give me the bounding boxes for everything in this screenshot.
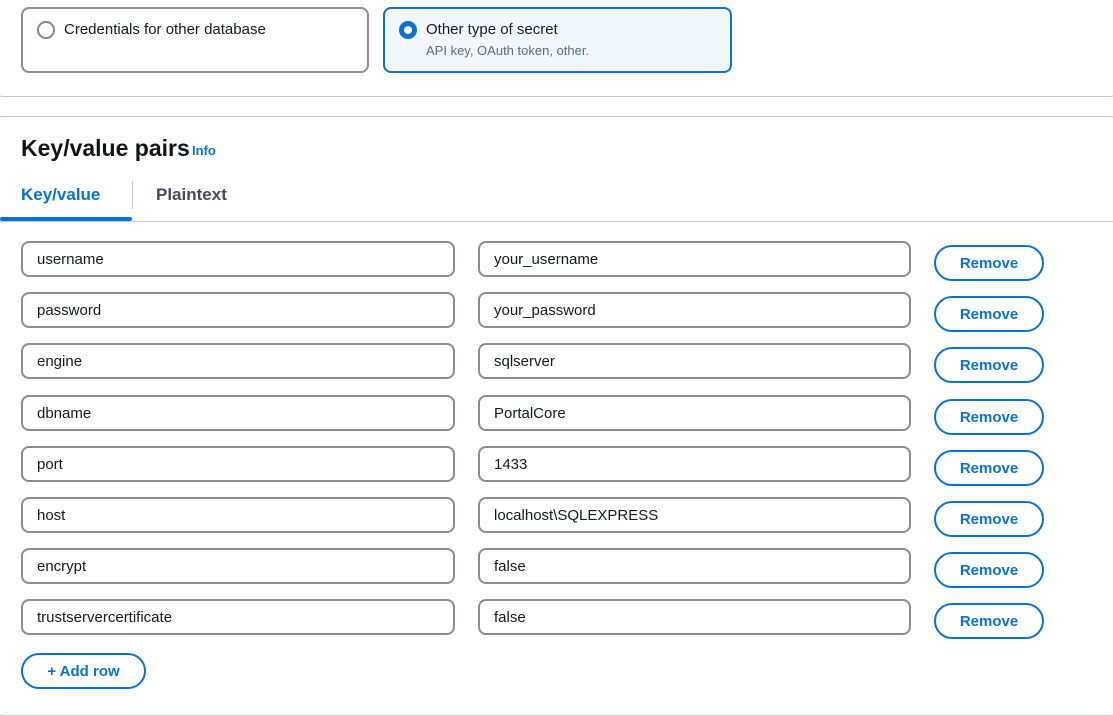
key-input[interactable] [21,599,455,635]
value-input[interactable] [478,497,911,533]
option-description: API key, OAuth token, other. [426,43,590,58]
key-input[interactable] [21,497,455,533]
option-other-type-of-secret[interactable]: Other type of secret API key, OAuth toke… [383,7,732,73]
value-input[interactable] [478,292,911,328]
remove-button[interactable]: Remove [934,245,1044,281]
radio-unchecked-icon[interactable] [37,21,55,39]
remove-button[interactable]: Remove [934,450,1044,486]
tab-key-value[interactable]: Key/value [21,185,100,205]
tabs-divider [0,221,1113,222]
kv-row: Remove [0,343,1113,383]
tab-separator [132,181,133,209]
kv-row: Remove [0,497,1113,537]
value-input[interactable] [478,548,911,584]
key-input[interactable] [21,548,455,584]
key-input[interactable] [21,241,455,277]
value-input[interactable] [478,395,911,431]
remove-button[interactable]: Remove [934,296,1044,332]
value-input[interactable] [478,241,911,277]
value-input[interactable] [478,599,911,635]
key-input[interactable] [21,292,455,328]
option-label: Other type of secret [426,21,558,38]
kv-row: Remove [0,395,1113,435]
kv-row: Remove [0,241,1113,281]
key-input[interactable] [21,446,455,482]
kv-row: Remove [0,548,1113,588]
kv-row: Remove [0,599,1113,639]
option-credentials-other-database[interactable]: Credentials for other database [21,7,369,73]
remove-button[interactable]: Remove [934,399,1044,435]
key-input[interactable] [21,395,455,431]
remove-button[interactable]: Remove [934,501,1044,537]
section-title: Key/value pairs [21,135,190,161]
remove-button[interactable]: Remove [934,552,1044,588]
kv-row: Remove [0,446,1113,486]
value-input[interactable] [478,446,911,482]
remove-button[interactable]: Remove [934,603,1044,639]
option-label: Credentials for other database [64,21,266,38]
value-input[interactable] [478,343,911,379]
add-row-button[interactable]: + Add row [21,653,146,689]
info-link[interactable]: Info [192,143,216,158]
key-input[interactable] [21,343,455,379]
radio-checked-icon[interactable] [399,21,417,39]
kv-row: Remove [0,292,1113,332]
remove-button[interactable]: Remove [934,347,1044,383]
tab-plaintext[interactable]: Plaintext [156,185,227,205]
